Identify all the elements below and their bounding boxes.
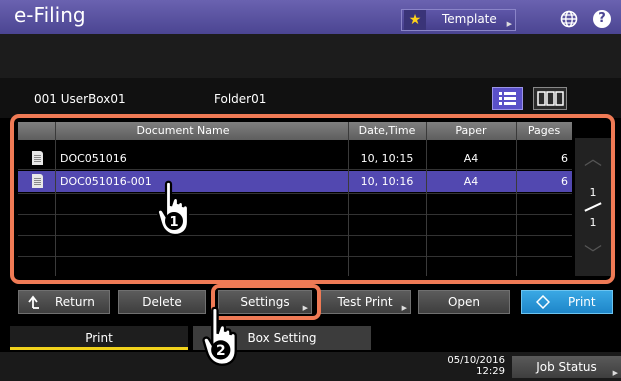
title-bar: [0, 0, 621, 34]
submenu-arrow-icon: ▶: [506, 20, 512, 28]
template-label: Template: [442, 12, 497, 26]
delete-button[interactable]: Delete: [118, 290, 206, 314]
submenu-arrow-icon: ▶: [612, 369, 618, 377]
list-view-button[interactable]: [492, 87, 523, 110]
print-label: Print: [568, 295, 596, 309]
thumbnail-view-button[interactable]: [533, 87, 567, 110]
message-area: [0, 34, 621, 78]
date-text: 05/10/2016: [447, 355, 505, 366]
box-name: 001 UserBox01: [34, 92, 126, 106]
hand-pointer-icon: 1: [156, 180, 190, 237]
tab-print[interactable]: Print: [10, 326, 188, 350]
test-print-label: Test Print: [337, 295, 393, 309]
submenu-arrow-icon: ▶: [401, 304, 407, 312]
step-1-number: 1: [169, 215, 178, 230]
list-view-icon: [499, 92, 516, 105]
help-icon[interactable]: ?: [593, 10, 611, 28]
return-label: Return: [55, 295, 95, 309]
return-arrow-icon: [28, 295, 39, 309]
folder-name: Folder01: [214, 92, 267, 106]
job-status-label: Job Status: [536, 360, 597, 374]
star-icon: ★: [404, 10, 426, 30]
open-label: Open: [447, 295, 481, 309]
template-button[interactable]: ★ Template ▶: [401, 9, 516, 31]
step-2-number: 2: [216, 343, 226, 359]
delete-label: Delete: [142, 295, 182, 309]
return-button[interactable]: Return: [18, 290, 110, 314]
app-title: e-Filing: [14, 3, 86, 27]
hand-pointer-icon: 2: [202, 306, 237, 366]
open-button[interactable]: Open: [418, 290, 510, 314]
list-highlight-frame: [10, 114, 615, 284]
time-text: 12:29: [476, 366, 505, 377]
thumbnail-view-icon: [537, 91, 564, 106]
print-button[interactable]: Print: [521, 290, 613, 314]
print-diamond-icon: [536, 295, 550, 309]
test-print-button[interactable]: Test Print ▶: [319, 290, 411, 314]
clock: 05/10/2016 12:29: [430, 355, 505, 377]
globe-icon[interactable]: [560, 10, 578, 28]
job-status-button[interactable]: Job Status ▶: [512, 356, 621, 378]
